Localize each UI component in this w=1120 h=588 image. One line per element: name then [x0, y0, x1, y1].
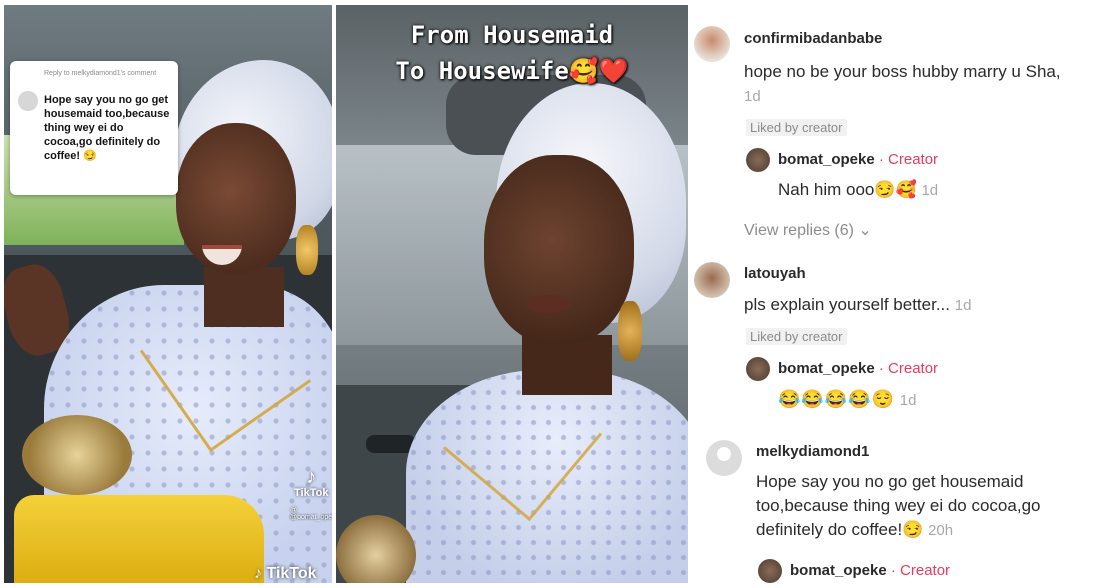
clutch-purse: [22, 415, 132, 495]
avatar[interactable]: [694, 262, 730, 298]
comment-time: 1d: [744, 88, 761, 105]
tiktok-icon: ♪: [254, 565, 262, 582]
tiktok-watermark: ♪ TikTok: [294, 467, 328, 499]
reply-username[interactable]: bomat_opeke: [790, 562, 887, 579]
comment-text-row: pls explain yourself better... 1d: [744, 293, 971, 318]
comment-text: hope no be your boss hubby marry u Sha,: [744, 62, 1061, 81]
reply-username[interactable]: bomat_opeke: [778, 360, 875, 377]
lips: [526, 295, 572, 313]
comment-time: 20h: [928, 522, 954, 539]
reply-time: 1d: [921, 182, 939, 199]
avatar[interactable]: [706, 440, 742, 476]
avatar: [18, 91, 38, 111]
reply-username[interactable]: bomat_opeke: [778, 151, 875, 168]
comment-text-line: too,because thing wey ei do cocoa,go: [756, 496, 1041, 515]
avatar[interactable]: [746, 357, 770, 381]
creator-badge: · Creator: [890, 562, 951, 579]
reply-author[interactable]: bomat_opeke · Creator: [790, 562, 950, 579]
avatar[interactable]: [694, 26, 730, 62]
reply-text-row: 😂😂😂😂😌 1d: [778, 389, 916, 410]
comments-panel: confirmibadanbabe hope no be your boss h…: [692, 0, 1120, 588]
neck: [204, 267, 284, 327]
tiktok-label: TikTok: [294, 487, 329, 499]
reply-author[interactable]: bomat_opeke · Creator: [778, 151, 938, 168]
view-replies-link[interactable]: View replies (6) ⌄: [744, 220, 872, 240]
reply-comment-text: Hope say you no go get housemaid too,bec…: [44, 94, 170, 162]
comment-username[interactable]: confirmibadanbabe: [744, 30, 882, 47]
comment-text-line: definitely do coffee!😏: [756, 520, 924, 539]
liked-by-creator-badge: Liked by creator: [746, 328, 847, 345]
comment-text-line: Hope say you no go get housemaid: [756, 472, 1024, 491]
comment-time: 1d: [954, 297, 972, 314]
gold-earring: [296, 225, 318, 275]
watermark-handle: @ @bomat_opeke: [290, 507, 332, 521]
caption-line-1: From Housemaid: [410, 21, 614, 49]
comment-text-block: Hope say you no go get housemaid too,bec…: [756, 470, 1116, 543]
reply-text-row: Nah him ooo😏🥰 1d: [778, 180, 938, 200]
caption-line-2: To Housewife🥰❤️: [395, 57, 629, 85]
video-frame-center: From Housemaid To Housewife🥰❤️: [336, 5, 688, 583]
creator-badge: · Creator: [878, 360, 939, 377]
avatar[interactable]: [758, 559, 782, 583]
tiktok-label: TikTok: [266, 565, 317, 582]
creator-badge: · Creator: [878, 151, 939, 168]
liked-by-creator-badge: Liked by creator: [746, 119, 847, 136]
comment-text: pls explain yourself better...: [744, 295, 951, 314]
comment-username[interactable]: melkydiamond1: [756, 443, 869, 460]
tiktok-icon: ♪: [306, 466, 317, 488]
reply-comment-card[interactable]: Reply to melkydiamond1's comment Hope sa…: [10, 61, 178, 195]
user-icon: [717, 447, 731, 461]
comment-text-row: definitely do coffee!😏 20h: [756, 518, 1116, 543]
reply-text: Nah him ooo😏🥰: [778, 180, 917, 199]
reply-emojis: 😂😂😂😂😌: [778, 389, 896, 409]
video-caption: From Housemaid To Housewife🥰❤️: [336, 17, 688, 89]
gold-earring: [618, 301, 642, 361]
woman-face: [484, 155, 634, 345]
reply-author[interactable]: bomat_opeke · Creator: [778, 360, 938, 377]
avatar[interactable]: [746, 148, 770, 172]
reply-time: 1d: [899, 392, 917, 409]
tiktok-watermark-bottom: ♪ TikTok: [254, 565, 317, 583]
yellow-fabric: [14, 495, 264, 583]
video-frame-left: Reply to melkydiamond1's comment Hope sa…: [4, 5, 332, 583]
reply-header: Reply to melkydiamond1's comment: [44, 70, 157, 77]
comment-username[interactable]: latouyah: [744, 265, 806, 282]
